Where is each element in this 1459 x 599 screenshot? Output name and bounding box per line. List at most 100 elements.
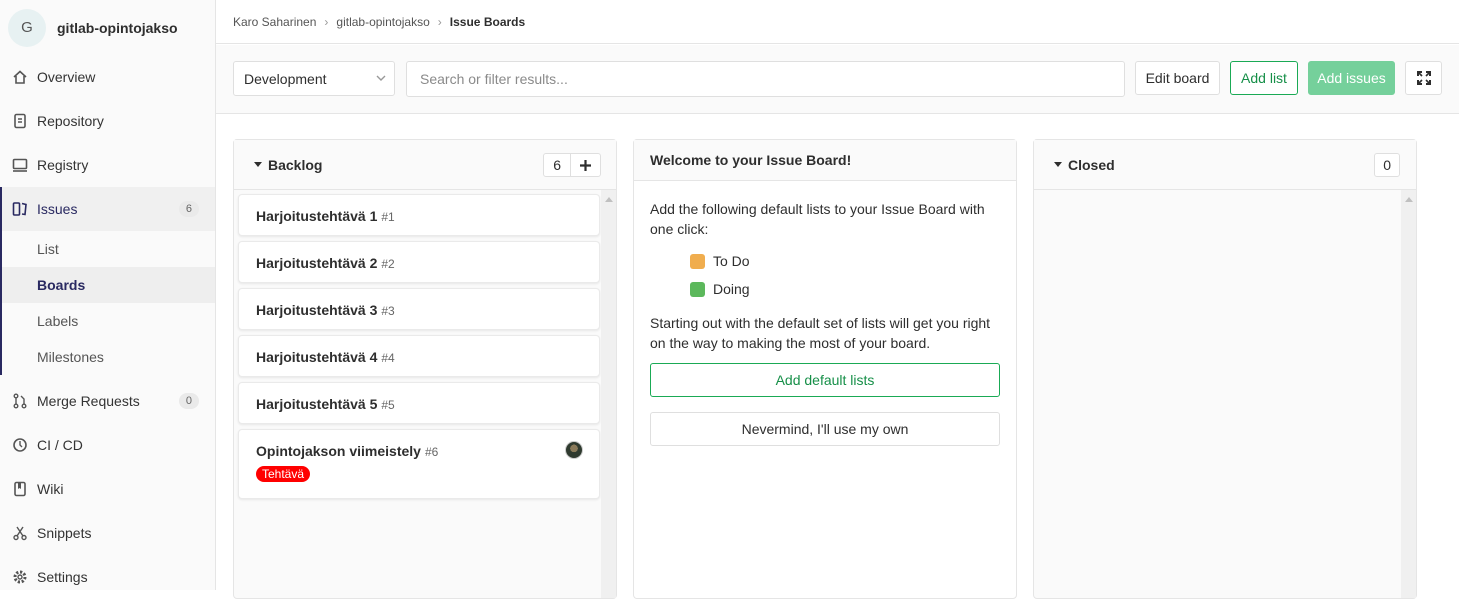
issue-count: 6	[543, 153, 601, 177]
project-name[interactable]: gitlab-opintojakso	[57, 20, 178, 36]
issue-title[interactable]: Harjoitustehtävä 2	[256, 255, 377, 271]
sidebar-item-merge-requests[interactable]: Merge Requests 0	[0, 379, 215, 423]
legend-label: To Do	[713, 253, 750, 269]
nevermind-button[interactable]: Nevermind, I'll use my own	[650, 412, 1000, 446]
default-lists-legend: To Do Doing	[650, 247, 1000, 303]
welcome-outro: Starting out with the default set of lis…	[650, 315, 991, 351]
issue-card[interactable]: Harjoitustehtävä 3 #3	[238, 288, 600, 330]
issue-title[interactable]: Harjoitustehtävä 5	[256, 396, 377, 412]
fullscreen-button[interactable]	[1405, 61, 1442, 95]
sidebar-subitem-labels[interactable]: Labels	[2, 303, 215, 339]
scrollbar[interactable]	[601, 190, 616, 598]
sidebar-item-snippets[interactable]: Snippets	[0, 511, 215, 555]
issue-card[interactable]: Opintojakson viimeistely #6 Tehtävä	[238, 429, 600, 499]
issue-id: #4	[381, 351, 395, 365]
board-selector-value: Development	[244, 70, 327, 87]
issue-card[interactable]: Harjoitustehtävä 2 #2	[238, 241, 600, 283]
issue-title[interactable]: Harjoitustehtävä 1	[256, 208, 377, 224]
welcome-header: Welcome to your Issue Board!	[634, 140, 1016, 181]
sidebar-item-wiki[interactable]: Wiki	[0, 467, 215, 511]
sidebar-subitem-milestones[interactable]: Milestones	[2, 339, 215, 375]
sidebar-item-label: Merge Requests	[37, 393, 140, 409]
issue-card[interactable]: Harjoitustehtävä 5 #5	[238, 382, 600, 424]
merge-requests-count-badge: 0	[178, 393, 199, 409]
sidebar-item-overview[interactable]: Overview	[0, 55, 215, 99]
sidebar-subitem-list[interactable]: List	[2, 231, 215, 267]
book-icon	[12, 481, 28, 497]
chevron-right-icon: ›	[324, 14, 329, 29]
add-list-button[interactable]: Add list	[1230, 61, 1298, 95]
expand-icon	[1416, 71, 1431, 85]
sidebar-item-repository[interactable]: Repository	[0, 99, 215, 143]
issues-count-badge: 6	[178, 201, 199, 217]
edit-board-button[interactable]: Edit board	[1135, 61, 1220, 95]
sidebar-subitem-boards[interactable]: Boards	[2, 267, 215, 303]
issue-card[interactable]: Harjoitustehtävä 1 #1	[238, 194, 600, 236]
issue-title[interactable]: Harjoitustehtävä 3	[256, 302, 377, 318]
issues-icon	[12, 201, 28, 217]
legend-label: Doing	[713, 281, 750, 297]
list-header[interactable]: Backlog 6	[234, 140, 616, 190]
add-issues-button[interactable]: Add issues	[1308, 61, 1395, 95]
board-selector[interactable]: Development	[233, 61, 395, 96]
legend-item-todo: To Do	[690, 247, 1000, 275]
caret-down-icon[interactable]	[1054, 162, 1062, 167]
sidebar-item-label: Settings	[37, 569, 88, 585]
sidebar-item-label: Registry	[37, 157, 89, 173]
project-header[interactable]: G gitlab-opintojakso	[0, 0, 215, 55]
document-icon	[12, 113, 28, 129]
issue-id: #5	[381, 398, 395, 412]
sidebar-item-label: Repository	[37, 113, 104, 129]
merge-request-icon	[12, 393, 28, 409]
assignee-avatar[interactable]	[565, 441, 583, 459]
todo-color-swatch	[690, 253, 705, 269]
welcome-body: Add the following default lists to your …	[634, 181, 1016, 464]
breadcrumb: Karo Saharinen › gitlab-opintojakso › Is…	[216, 0, 1459, 44]
issue-card[interactable]: Harjoitustehtävä 4 #4	[238, 335, 600, 377]
scroll-up-arrow-icon[interactable]	[605, 197, 613, 202]
list-title: Closed	[1068, 156, 1115, 173]
doing-color-swatch	[690, 281, 705, 297]
scroll-up-arrow-icon[interactable]	[1405, 197, 1413, 202]
sidebar-item-registry[interactable]: Registry	[0, 143, 215, 187]
caret-down-icon[interactable]	[254, 162, 262, 167]
welcome-title: Welcome to your Issue Board!	[650, 152, 852, 168]
legend-item-doing: Doing	[690, 275, 1000, 303]
issue-id: #3	[381, 304, 395, 318]
issue-id: #6	[424, 445, 439, 459]
sidebar-item-settings[interactable]: Settings	[0, 555, 215, 599]
search-input[interactable]	[406, 61, 1125, 97]
board-filter-bar: Development Edit board Add list Add issu…	[216, 45, 1459, 114]
new-issue-button[interactable]	[570, 154, 600, 176]
issue-id: #1	[381, 210, 395, 224]
monitor-icon	[12, 157, 28, 173]
welcome-list: Welcome to your Issue Board! Add the fol…	[633, 139, 1017, 599]
sidebar-item-label: CI / CD	[37, 437, 83, 453]
board-list-backlog: Backlog 6 Harjoitustehtävä 1 #1 Harjoitus…	[233, 139, 617, 599]
rocket-icon	[12, 437, 28, 453]
welcome-intro: Add the following default lists to your …	[650, 201, 985, 237]
issues-section: Issues 6 List Boards Labels Milestones	[0, 187, 215, 375]
project-avatar[interactable]: G	[8, 8, 46, 47]
scrollbar[interactable]	[1401, 190, 1416, 598]
issue-count-value: 0	[1383, 157, 1391, 173]
breadcrumb-project[interactable]: gitlab-opintojakso	[336, 15, 429, 29]
board-list-closed: Closed 0	[1033, 139, 1417, 599]
sidebar-item-label: Snippets	[37, 525, 92, 541]
sidebar-item-ci-cd[interactable]: CI / CD	[0, 423, 215, 467]
issue-title[interactable]: Harjoitustehtävä 4	[256, 349, 377, 365]
issue-label[interactable]: Tehtävä	[256, 466, 311, 482]
sidebar-item-label: Issues	[37, 201, 78, 217]
sidebar-item-issues[interactable]: Issues 6	[2, 187, 215, 231]
issue-title[interactable]: Opintojakson viimeistely	[256, 443, 421, 459]
breadcrumb-user[interactable]: Karo Saharinen	[233, 15, 316, 29]
issue-count-value: 6	[553, 157, 561, 173]
breadcrumb-current[interactable]: Issue Boards	[450, 15, 525, 29]
gear-icon	[12, 569, 28, 585]
list-title: Backlog	[268, 156, 323, 173]
sidebar-item-label: Overview	[37, 69, 96, 85]
list-header[interactable]: Closed 0	[1034, 140, 1416, 190]
chevron-down-icon	[376, 75, 386, 81]
issue-id: #2	[381, 257, 395, 271]
add-default-lists-button[interactable]: Add default lists	[650, 363, 1000, 397]
